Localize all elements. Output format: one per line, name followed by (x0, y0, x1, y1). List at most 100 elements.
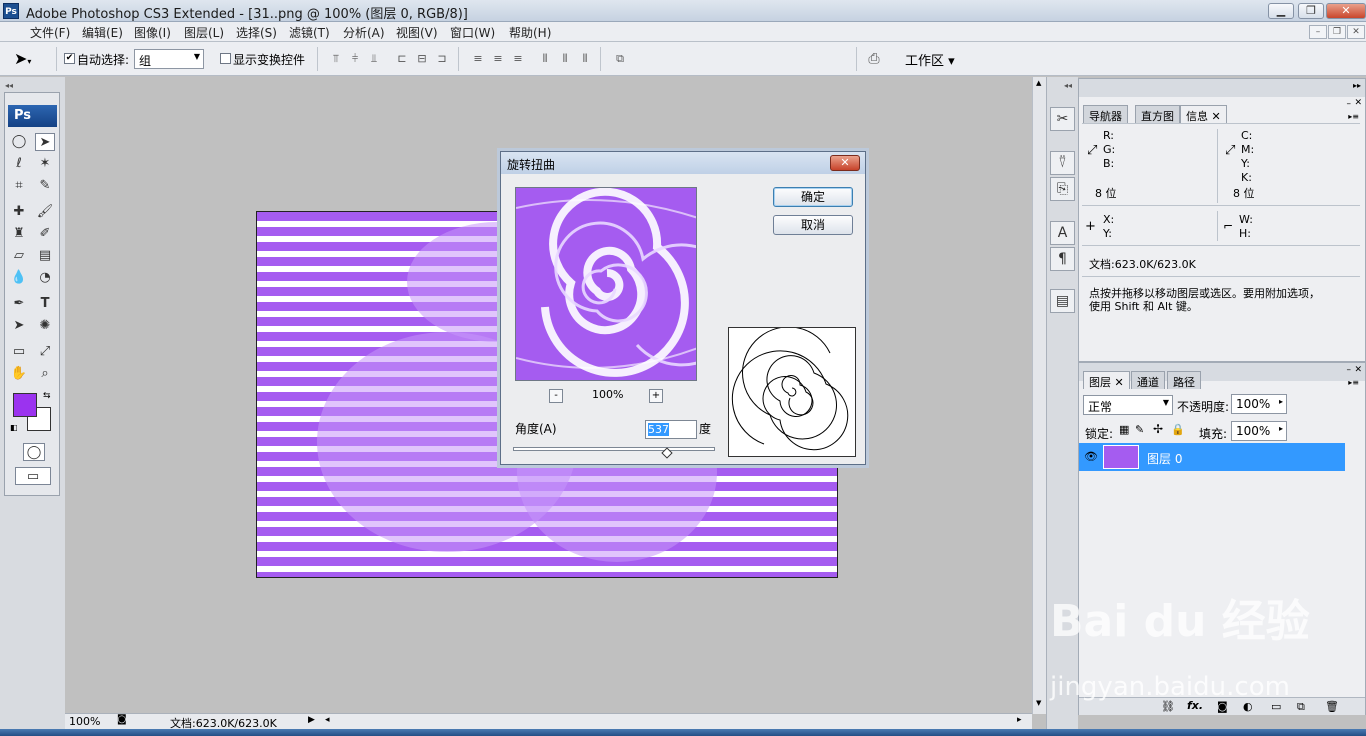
delete-layer-icon[interactable]: 🗑 (1325, 700, 1339, 713)
hscroll-right-icon[interactable]: ▸ (1017, 715, 1022, 725)
slice-tool-icon[interactable]: ✎ (35, 177, 55, 195)
move-tool-icon[interactable]: ➤▾ (14, 49, 31, 68)
blend-mode-dropdown[interactable]: 正常 ▼ (1083, 395, 1173, 415)
auto-align-icon[interactable]: ⧉ (612, 52, 628, 66)
scroll-up-icon[interactable]: ▲ (1036, 79, 1041, 87)
minimize-button[interactable]: ▁ (1268, 3, 1294, 19)
workspace-button[interactable]: 工作区 ▾ (905, 50, 955, 69)
pen-tool-icon[interactable]: ✒ (9, 295, 29, 313)
menu-filter[interactable]: 滤镜(T) (289, 24, 330, 41)
lock-image-icon[interactable]: ✎ (1135, 423, 1144, 436)
cancel-button[interactable]: 取消 (773, 215, 853, 235)
path-selection-tool-icon[interactable]: ➤ (9, 317, 29, 335)
tab-navigator[interactable]: 导航器 (1083, 105, 1128, 123)
layers-menu-icon[interactable]: ▸≡ (1348, 378, 1359, 387)
new-layer-icon[interactable]: ⧉ (1297, 700, 1305, 714)
zoom-out-button[interactable]: - (549, 389, 563, 403)
distribute-bottom-icon[interactable]: ≡ (510, 52, 526, 66)
distribute-left-icon[interactable]: ⦀ (537, 52, 553, 66)
lock-all-icon[interactable]: 🔒 (1171, 423, 1185, 436)
align-left-icon[interactable]: ⊏ (394, 52, 410, 66)
align-top-icon[interactable]: ⫪ (328, 52, 344, 66)
hscroll-left-icon[interactable]: ◂ (325, 715, 330, 725)
menu-image[interactable]: 图像(I) (134, 24, 171, 41)
distribute-right-icon[interactable]: ⦀ (577, 52, 593, 66)
menu-help[interactable]: 帮助(H) (509, 24, 551, 41)
align-hcenter-icon[interactable]: ⊟ (414, 52, 430, 66)
history-brush-tool-icon[interactable]: ✐ (35, 225, 55, 243)
lock-transparent-icon[interactable]: ▦ (1119, 423, 1129, 436)
clone-stamp-tool-icon[interactable]: ♜ (9, 225, 29, 243)
custom-shape-tool-icon[interactable]: ✺ (35, 317, 55, 335)
paragraph-icon[interactable]: ¶ (1050, 247, 1075, 271)
move-tool-icon[interactable]: ➤ (35, 133, 55, 151)
foreground-color-swatch[interactable] (13, 393, 37, 417)
opacity-input[interactable]: 100% ▸ (1231, 394, 1287, 414)
healing-brush-tool-icon[interactable]: ✚ (9, 203, 29, 221)
panel-menu-icon[interactable]: ▸≡ (1348, 112, 1359, 121)
layer-name[interactable]: 图层 0 (1147, 450, 1182, 467)
distribute-top-icon[interactable]: ≡ (470, 52, 486, 66)
tab-paths[interactable]: 路径 (1167, 371, 1201, 389)
close-button[interactable]: ✕ (1326, 3, 1366, 19)
show-transform-checkbox[interactable] (220, 53, 231, 64)
status-icon[interactable]: ◙ (117, 714, 127, 725)
lock-position-icon[interactable]: ✢ (1153, 422, 1163, 436)
screen-mode-icon[interactable]: ▭ (15, 467, 51, 485)
scroll-down-icon[interactable]: ▼ (1036, 699, 1041, 707)
default-colors-icon[interactable]: ◧ (10, 423, 18, 432)
distribute-hcenter-icon[interactable]: ⦀ (557, 52, 573, 66)
menu-edit[interactable]: 编辑(E) (82, 24, 123, 41)
marquee-tool-icon[interactable]: ◯ (9, 133, 29, 151)
layer-row[interactable]: 👁 图层 0 (1079, 443, 1345, 471)
quick-mask-icon[interactable]: ◯ (23, 443, 45, 461)
bridge-icon[interactable]: ⎙ (866, 52, 882, 66)
clone-source-icon[interactable]: ⎘ (1050, 177, 1075, 201)
eyedropper-tool-icon[interactable]: ⤢ (35, 343, 55, 361)
blur-tool-icon[interactable]: 💧 (9, 269, 29, 287)
maximize-button[interactable]: ❐ (1298, 3, 1324, 19)
auto-select-dropdown[interactable]: 组 ▼ (134, 49, 204, 69)
tool-presets-icon[interactable]: ✂ (1050, 107, 1075, 131)
angle-slider[interactable] (513, 447, 715, 451)
doc-restore-button[interactable]: ❐ (1328, 25, 1346, 39)
character-icon[interactable]: A (1050, 221, 1075, 245)
doc-close-button[interactable]: ✕ (1347, 25, 1365, 39)
menu-view[interactable]: 视图(V) (396, 24, 438, 41)
fill-input[interactable]: 100% ▸ (1231, 421, 1287, 441)
menu-analysis[interactable]: 分析(A) (343, 24, 385, 41)
gradient-tool-icon[interactable]: ▤ (35, 247, 55, 265)
lasso-tool-icon[interactable]: ℓ (9, 155, 29, 173)
magic-wand-tool-icon[interactable]: ✶ (35, 155, 55, 173)
dodge-tool-icon[interactable]: ◔ (35, 269, 55, 287)
twirl-preview[interactable] (515, 187, 697, 381)
dock-collapse-icon[interactable]: ◂◂ (1064, 81, 1072, 90)
ok-button[interactable]: 确定 (773, 187, 853, 207)
swap-colors-icon[interactable]: ⇆ (43, 391, 51, 401)
tab-channels[interactable]: 通道 (1131, 371, 1165, 389)
panel-minimize-icon[interactable]: – (1347, 99, 1352, 109)
status-zoom[interactable]: 100% (69, 715, 100, 728)
layers-minimize-icon[interactable]: – (1347, 365, 1352, 375)
tab-layers[interactable]: 图层 ✕ (1083, 371, 1130, 389)
auto-select-checkbox[interactable]: ✔ (64, 53, 75, 64)
status-menu-arrow-icon[interactable]: ▶ (308, 715, 315, 725)
panel-close-icon[interactable]: ✕ (1354, 98, 1362, 108)
tab-info[interactable]: 信息 ✕ (1180, 105, 1227, 123)
brush-tool-icon[interactable]: 🖌 (35, 203, 55, 221)
layer-comps-icon[interactable]: ▤ (1050, 289, 1075, 313)
vertical-scrollbar[interactable]: ▲ ▼ (1032, 77, 1046, 714)
brushes-icon[interactable]: ⍢ (1050, 151, 1075, 175)
zoom-tool-icon[interactable]: ⌕ (35, 365, 55, 383)
tab-histogram[interactable]: 直方图 (1135, 105, 1180, 123)
panel-collapse-icon[interactable]: ▸▸ (1353, 81, 1361, 90)
distribute-vcenter-icon[interactable]: ≡ (490, 52, 506, 66)
layers-close-icon[interactable]: ✕ (1354, 365, 1362, 375)
dialog-close-button[interactable]: ✕ (830, 155, 860, 171)
collapse-arrows-icon[interactable]: ◂◂ (5, 81, 13, 90)
zoom-in-button[interactable]: + (649, 389, 663, 403)
type-tool-icon[interactable]: T (35, 295, 55, 313)
eraser-tool-icon[interactable]: ▱ (9, 247, 29, 265)
angle-input[interactable]: 537 (645, 420, 697, 439)
align-right-icon[interactable]: ⊐ (434, 52, 450, 66)
